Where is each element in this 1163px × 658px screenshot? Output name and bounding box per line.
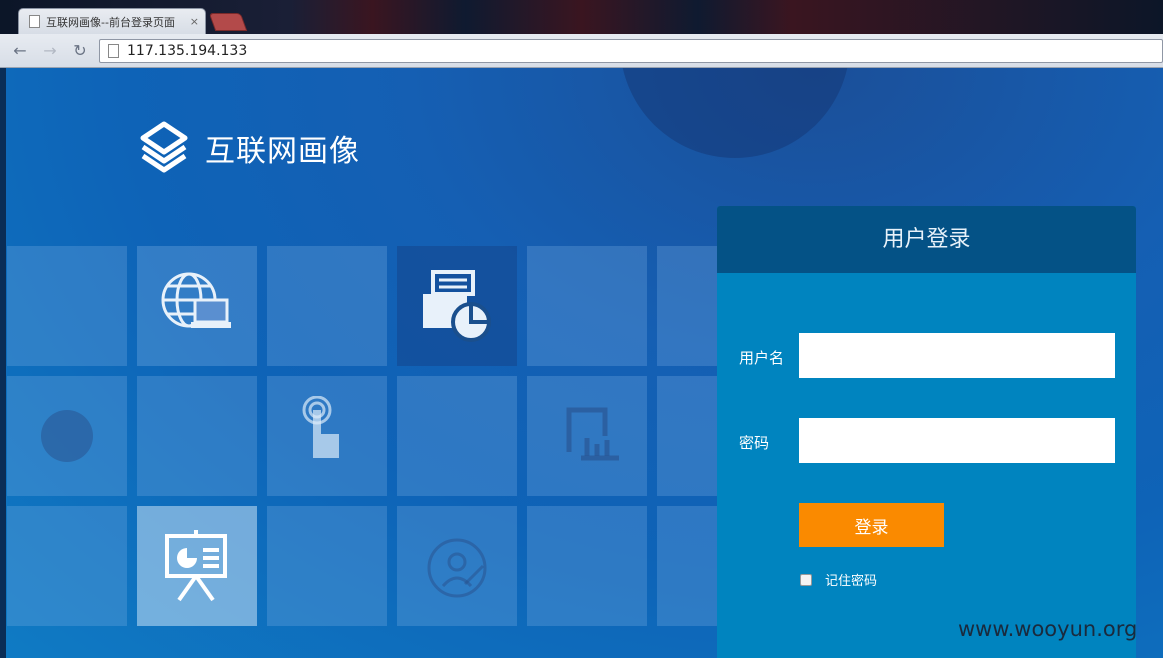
brand-name: 互联网画像 — [205, 134, 360, 169]
globe-computer-icon — [161, 272, 231, 328]
tile — [137, 246, 257, 366]
background-globe — [620, 68, 850, 158]
login-button[interactable]: 登录 — [799, 503, 944, 547]
user-growth-icon — [427, 538, 487, 598]
login-page: 互联网画像 用户登录 用户名 密码 登录 记住密码 www.wooyun.org — [0, 68, 1163, 658]
touch-icon — [302, 396, 339, 458]
page-edge — [0, 68, 6, 658]
password-input[interactable] — [799, 418, 1115, 463]
login-panel: 用户登录 用户名 密码 登录 记住密码 — [717, 206, 1136, 658]
document-pie-icon — [423, 270, 491, 342]
browser-tab[interactable]: 互联网画像--前台登录页面 × — [18, 8, 206, 34]
tile — [7, 506, 127, 626]
password-label: 密码 — [739, 434, 770, 452]
presentation-icon — [165, 530, 227, 602]
tile — [137, 376, 257, 496]
username-label: 用户名 — [739, 349, 785, 367]
tile — [397, 506, 517, 626]
tile — [137, 506, 257, 626]
page-icon — [29, 15, 40, 28]
page-icon — [108, 44, 119, 58]
tile — [7, 246, 127, 366]
tile — [7, 376, 127, 496]
back-icon[interactable]: ← — [11, 42, 29, 60]
login-title: 用户登录 — [717, 206, 1136, 273]
chart-frame-icon — [566, 407, 619, 461]
close-icon[interactable]: × — [190, 15, 199, 28]
watermark: www.wooyun.org — [958, 617, 1138, 641]
new-tab-button[interactable] — [208, 13, 248, 31]
china-mobile-logo-icon — [140, 121, 188, 173]
remember-password-label: 记住密码 — [825, 574, 878, 589]
tile — [397, 376, 517, 496]
forward-icon[interactable]: → — [41, 42, 59, 60]
remember-password-checkbox[interactable] — [800, 574, 812, 586]
reload-icon[interactable]: ↻ — [71, 42, 89, 60]
tile — [267, 246, 387, 366]
tile — [267, 506, 387, 626]
tile — [527, 506, 647, 626]
globe-faint-icon — [41, 410, 93, 462]
tile — [527, 246, 647, 366]
address-bar[interactable]: 117.135.194.133 — [99, 39, 1163, 63]
tile — [397, 246, 517, 366]
tab-title: 互联网画像--前台登录页面 — [46, 15, 175, 29]
address-text: 117.135.194.133 — [127, 43, 248, 59]
tile — [267, 376, 387, 496]
username-input[interactable] — [799, 333, 1115, 378]
tile — [527, 376, 647, 496]
browser-toolbar: ← → ↻ 117.135.194.133 — [0, 34, 1163, 68]
brand-logo: 互联网画像 — [137, 120, 360, 176]
